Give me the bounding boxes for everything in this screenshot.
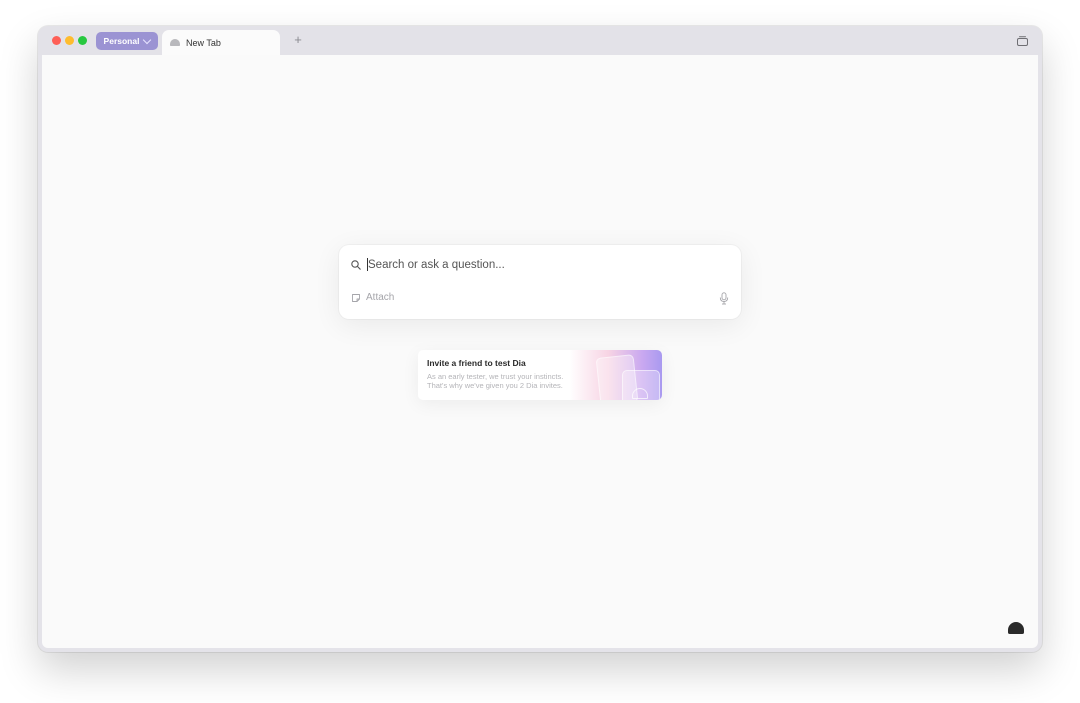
minimize-window-button[interactable] xyxy=(65,36,74,45)
search-row xyxy=(351,257,708,273)
search-icon xyxy=(351,260,361,270)
text-cursor xyxy=(367,258,368,271)
browser-window: Personal New Tab + Search or ask a quest… xyxy=(38,26,1042,652)
attach-icon xyxy=(352,293,360,302)
invite-title: Invite a friend to test Dia xyxy=(427,358,526,368)
maximize-window-button[interactable] xyxy=(78,36,87,45)
search-box: Attach xyxy=(339,245,741,319)
invite-friend-card[interactable]: Invite a friend to test Dia As an early … xyxy=(418,350,662,400)
invite-description-line: That's why we've given you 2 Dia invites… xyxy=(427,381,563,390)
profile-switcher-button[interactable]: Personal xyxy=(96,32,158,50)
dia-assistant-button[interactable] xyxy=(1008,622,1024,634)
dia-logo-icon xyxy=(632,388,648,399)
close-window-button[interactable] xyxy=(52,36,61,45)
tabs-overview-icon[interactable] xyxy=(1017,36,1028,46)
new-tab-page: Attach Invite a friend to test Dia As an… xyxy=(42,55,1038,648)
chevron-down-icon xyxy=(143,35,152,44)
profile-label: Personal xyxy=(103,36,140,46)
attach-label: Attach xyxy=(366,292,395,303)
dia-favicon-icon xyxy=(170,39,180,46)
title-bar: Personal New Tab + xyxy=(38,26,1042,55)
tab-label: New Tab xyxy=(186,37,221,48)
search-input[interactable] xyxy=(368,259,708,271)
new-tab-button[interactable]: + xyxy=(290,32,306,48)
attach-button[interactable]: Attach xyxy=(351,292,394,303)
invite-description-line: As an early tester, we trust your instin… xyxy=(427,372,564,381)
tab-new-tab[interactable]: New Tab xyxy=(162,30,280,55)
microphone-icon[interactable] xyxy=(719,292,729,305)
